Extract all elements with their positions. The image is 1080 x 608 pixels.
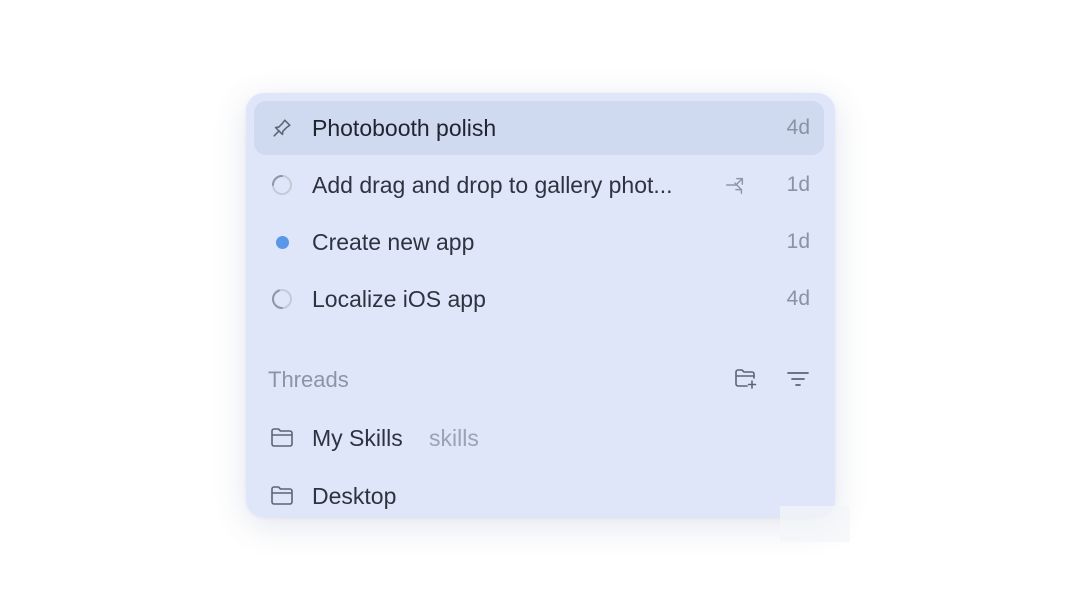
threads-section-header: Threads [268,365,813,395]
recent-item-time: 4d [786,287,810,310]
filter-icon[interactable] [784,365,812,393]
threads-popover: Photobooth polish 4d Add drag and drop t… [246,93,835,517]
recent-item-time: 4d [786,116,810,139]
thread-item-my-skills[interactable]: My Skills skills [254,411,824,465]
recent-item-create-new-app[interactable]: Create new app 1d [254,215,824,269]
section-title: Threads [268,367,349,392]
folder-icon [268,426,296,450]
recent-item-localize-ios[interactable]: Localize iOS app 4d [254,272,824,326]
thread-item-label: My Skills [312,425,403,451]
thread-item-sublabel: skills [429,425,479,451]
spinner-icon [268,287,296,311]
pin-icon[interactable] [268,116,296,140]
recent-item-time: 1d [786,230,810,253]
folder-icon [268,484,296,508]
recent-item-add-drag-drop[interactable]: Add drag and drop to gallery phot... 1d [254,158,824,212]
recent-item-title: Localize iOS app [312,286,486,312]
recent-item-title: Photobooth polish [312,115,497,141]
recent-item-title: Add drag and drop to gallery phot... [312,172,673,198]
recent-item-photobooth-polish[interactable]: Photobooth polish 4d [254,101,824,155]
thread-item-desktop[interactable]: Desktop [254,469,824,517]
new-folder-icon[interactable] [732,365,760,393]
unread-dot-icon [268,230,296,254]
background-artifact [780,506,850,542]
spinner-icon [268,173,296,197]
thread-item-label: Desktop [312,483,397,509]
share-arrow-icon[interactable] [722,173,748,197]
stage: Photobooth polish 4d Add drag and drop t… [0,0,1080,608]
recent-item-title: Create new app [312,229,475,255]
recent-item-time: 1d [786,173,810,196]
